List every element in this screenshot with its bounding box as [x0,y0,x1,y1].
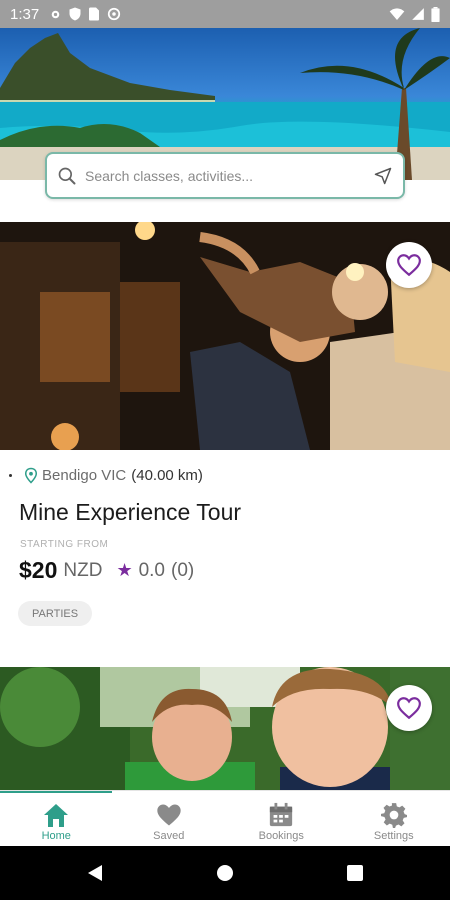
sync-icon [108,7,121,21]
bullet-dot [9,474,12,477]
nav-home-label: Home [41,830,71,842]
location-name: Bendigo VIC [42,467,127,484]
nav-settings-label: Settings [373,830,414,842]
calendar-icon [270,802,293,827]
heart-icon [157,804,181,826]
favorite-button[interactable] [386,242,432,288]
system-navigation-bar [0,846,450,900]
listing-location: Bendigo VIC (40.00 km) [9,467,203,484]
listing-currency: NZD [63,559,103,581]
listing-price: $20 [19,557,58,583]
signal-icon [412,8,424,20]
wifi-icon [389,8,405,20]
search-input[interactable]: Search classes, activities... [85,168,373,184]
heart-outline-icon [397,697,421,720]
heart-outline-icon [397,254,421,277]
active-tab-indicator [0,791,112,793]
sim-card-icon [89,7,100,21]
home-circle-icon[interactable] [216,864,234,882]
status-bar: 1:37 [0,0,450,28]
listing-image-2[interactable] [0,667,450,790]
favorite-button-2[interactable] [386,685,432,731]
listing-image[interactable] [0,222,450,450]
nav-bookings-label: Bookings [258,830,304,842]
search-bar[interactable]: Search classes, activities... [45,152,405,199]
navigation-arrow-icon[interactable] [373,166,393,186]
nav-home[interactable]: Home [0,791,113,847]
star-icon: ★ [116,560,133,580]
listing-rating-count: (0) [171,559,195,581]
bottom-navigation: Home Saved Bookings Settings [0,790,450,847]
search-icon [58,167,76,184]
nav-saved[interactable]: Saved [113,791,226,847]
listing-title[interactable]: Mine Experience Tour [19,499,241,526]
back-icon[interactable] [87,864,103,882]
battery-icon [431,6,440,22]
home-icon [44,804,69,827]
shield-icon [69,7,81,21]
price-row: $20 NZD ★ 0.0 (0) [19,557,194,584]
location-distance: (40.00 km) [131,467,203,484]
settings-notification-icon [51,10,60,18]
starting-from-label: STARTING FROM [20,539,109,550]
nav-saved-label: Saved [153,830,185,842]
gear-icon [380,803,407,828]
map-pin-icon [24,467,38,484]
nav-settings[interactable]: Settings [338,791,450,847]
recents-icon[interactable] [347,865,363,881]
status-time: 1:37 [10,5,40,23]
listing-rating: 0.0 [138,559,165,581]
category-tag[interactable]: PARTIES [18,601,93,626]
nav-bookings[interactable]: Bookings [225,791,338,847]
